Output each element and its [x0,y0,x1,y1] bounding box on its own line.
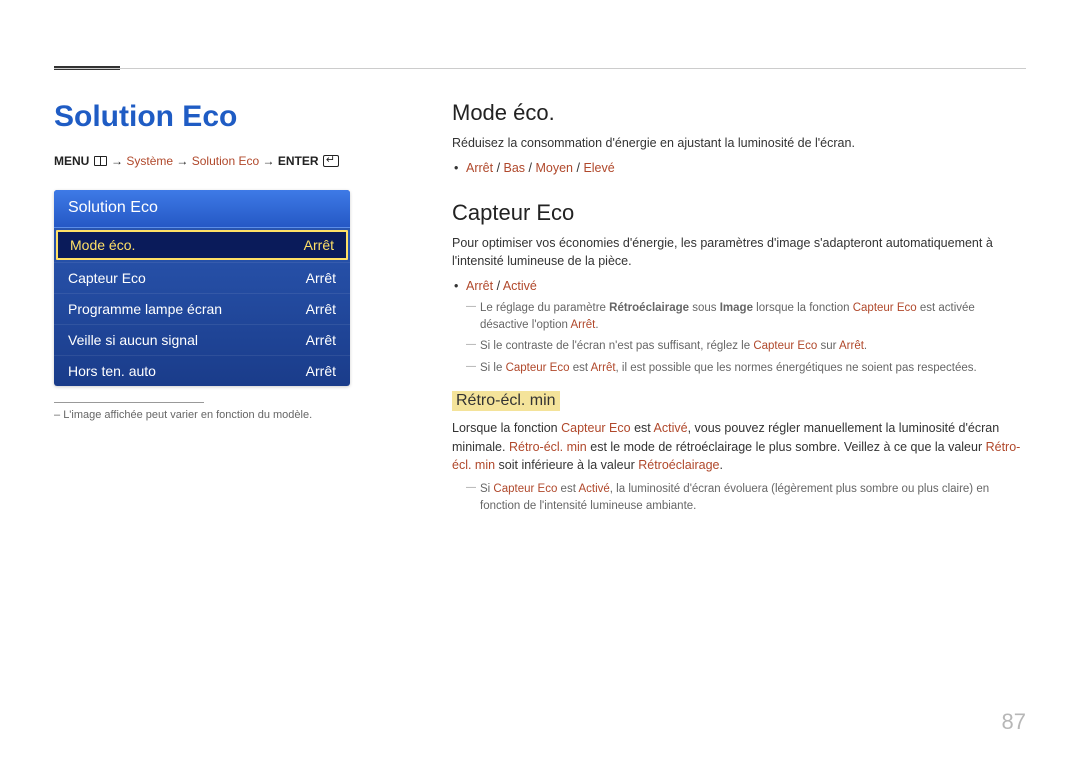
text: Le réglage du paramètre [480,302,609,314]
hl-capteur: Capteur Eco [493,483,557,495]
hl-active: Activé [578,483,609,495]
menu-panel-header: Solution Eco [54,190,350,228]
hl-arret: Arrêt [591,362,616,374]
text: . [595,319,598,331]
menu-icon [94,156,107,166]
text: sur [817,340,839,352]
text: Si [480,483,493,495]
text: Si le contraste de l'écran n'est pas suf… [480,340,753,352]
breadcrumb-arrow: → [176,154,191,168]
hl-capteur: Capteur Eco [853,302,917,314]
opt-moyen: Moyen [535,161,573,175]
opt-arret: Arrêt [466,161,493,175]
text: sous [689,302,720,314]
left-footnote: – L'image affichée peut varier en foncti… [54,409,354,421]
mode-eco-desc: Réduisez la consommation d'énergie en aj… [452,134,1026,153]
breadcrumb-arrow: → [111,154,126,168]
breadcrumb-solution-eco: Solution Eco [192,154,259,168]
retro-note-1: Si Capteur Eco est Activé, la luminosité… [452,481,1026,516]
opt-bas: Bas [504,161,526,175]
left-footnote-text: L'image affichée peut varier en fonction… [63,409,312,421]
mode-eco-options: Arrêt / Bas / Moyen / Elevé [452,159,1026,178]
mode-eco-heading: Mode éco. [452,100,1026,126]
breadcrumb-arrow: → [262,154,277,168]
text: est [570,362,591,374]
breadcrumb-enter: ENTER [278,154,319,168]
hl-arret: Arrêt [570,319,595,331]
menu-item-0[interactable]: Mode éco. Arrêt [56,230,348,260]
text: soit inférieure à la valeur [495,458,638,472]
text: est [557,483,578,495]
page-title: Solution Eco [54,100,354,134]
hl-capteur: Capteur Eco [561,421,630,435]
breadcrumb: MENU → Système → Solution Eco → ENTER [54,154,354,168]
menu-item-value: Arrêt [304,237,334,253]
menu-item-value: Arrêt [306,270,336,286]
menu-item-label: Veille si aucun signal [68,332,198,348]
footnote-rule [54,402,204,403]
menu-item-label: Hors ten. auto [68,363,156,379]
menu-panel: Solution Eco Mode éco. Arrêt Capteur Eco Ar… [54,190,350,386]
hl-arret: Arrêt [839,340,864,352]
menu-item-3[interactable]: Veille si aucun signal Arrêt [54,324,350,355]
text: , il est possible que les normes énergét… [616,362,977,374]
menu-item-4[interactable]: Hors ten. auto Arrêt [54,355,350,386]
hl-retro: Rétroéclairage [638,458,719,472]
capteur-note-1: Le réglage du paramètre Rétroéclairage s… [452,300,1026,335]
text: . [720,458,723,472]
text: est le mode de rétroéclairage le plus so… [587,440,986,454]
capteur-note-2: Si le contraste de l'écran n'est pas suf… [452,338,1026,355]
hl-capteur: Capteur Eco [506,362,570,374]
text: Si le [480,362,506,374]
hl-active: Activé [654,421,688,435]
text: est [631,421,654,435]
hl-retromin: Rétro-écl. min [509,440,587,454]
menu-item-2[interactable]: Programme lampe écran Arrêt [54,293,350,324]
opt-eleve: Elevé [583,161,614,175]
text: . [864,340,867,352]
menu-item-label: Mode éco. [70,237,135,253]
text: lorsque la fonction [753,302,853,314]
retro-ecl-desc: Lorsque la fonction Capteur Eco est Acti… [452,419,1026,475]
right-column: Mode éco. Réduisez la consommation d'éne… [452,100,1026,520]
breadcrumb-systeme: Système [126,154,173,168]
left-column: Solution Eco MENU → Système → Solution E… [54,100,354,421]
capteur-eco-desc: Pour optimiser vos économies d'énergie, … [452,234,1026,272]
opt-active: Activé [503,279,537,293]
page-number: 87 [1002,709,1026,735]
menu-item-1[interactable]: Capteur Eco Arrêt [54,262,350,293]
text-image: Image [720,302,753,314]
header-rule [54,68,1026,69]
hl-capteur: Capteur Eco [753,340,817,352]
text-retro: Rétroéclairage [609,302,689,314]
opt-arret: Arrêt [466,279,493,293]
menu-item-value: Arrêt [306,332,336,348]
capteur-eco-options: Arrêt / Activé [452,277,1026,296]
capteur-eco-heading: Capteur Eco [452,200,1026,226]
menu-item-label: Capteur Eco [68,270,146,286]
capteur-note-3: Si le Capteur Eco est Arrêt, il est poss… [452,360,1026,377]
enter-icon [323,155,339,167]
menu-item-label: Programme lampe écran [68,301,222,317]
menu-item-value: Arrêt [306,363,336,379]
text: Lorsque la fonction [452,421,561,435]
menu-item-value: Arrêt [306,301,336,317]
retro-ecl-min-heading: Rétro-écl. min [452,391,560,411]
breadcrumb-menu: MENU [54,154,89,168]
